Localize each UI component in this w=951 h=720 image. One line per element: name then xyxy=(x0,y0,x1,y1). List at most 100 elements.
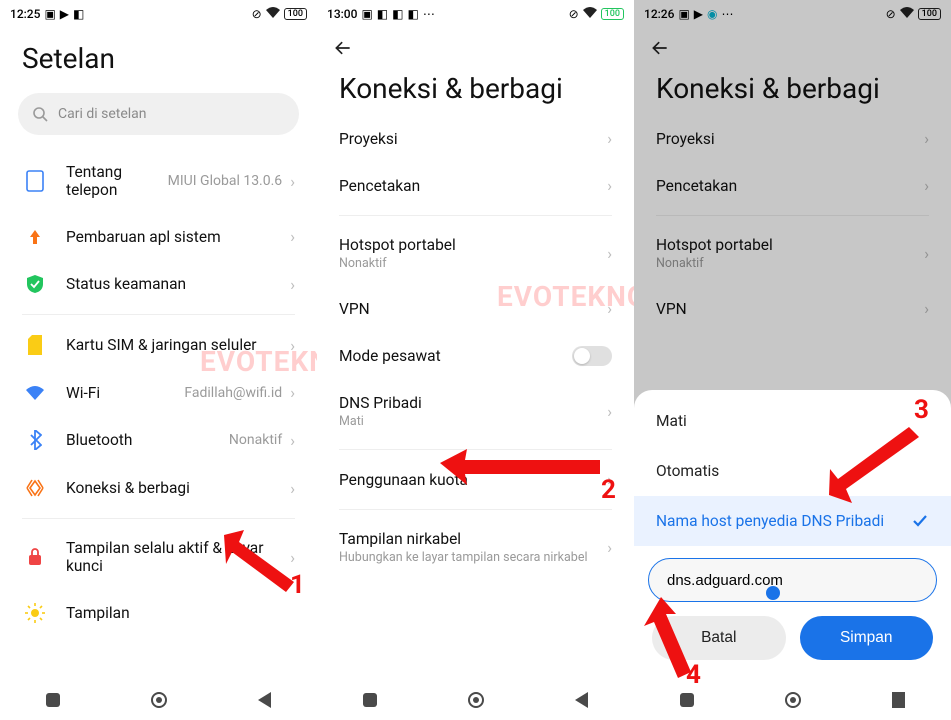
row-cast[interactable]: Proyeksi › xyxy=(634,115,951,162)
dns-option-off[interactable]: Mati xyxy=(634,396,951,446)
wifi-icon xyxy=(583,7,597,21)
divider xyxy=(339,509,612,510)
row-print[interactable]: Pencetakan › xyxy=(634,162,951,209)
nav-recents-icon[interactable] xyxy=(363,693,377,707)
chevron-right-icon: › xyxy=(924,129,929,148)
screen-settings: 12:25 ▣ ▶ ◧ ⊘ 100 Setelan Cari di setela… xyxy=(0,0,317,720)
row-system-update[interactable]: Pembaruan apl sistem › xyxy=(0,213,317,260)
check-icon xyxy=(911,512,929,530)
shield-icon xyxy=(22,274,48,294)
row-data-usage[interactable]: Penggunaan kuota › xyxy=(317,456,634,503)
status-bar: 13:00 ▣ ◧ ◧ ◧ ⋯ ⊘ 100 xyxy=(317,0,634,28)
icon: ◧ xyxy=(377,7,388,21)
row-connection-sharing[interactable]: Koneksi & berbagi › xyxy=(0,464,317,512)
battery-icon: 100 xyxy=(601,8,624,20)
chevron-right-icon: › xyxy=(924,176,929,195)
bluetooth-icon xyxy=(22,430,48,450)
nav-back-icon[interactable] xyxy=(258,692,271,708)
more-icon: ⋯ xyxy=(423,7,435,21)
row-wifi[interactable]: Wi-Fi Fadillah@wifi.id › xyxy=(0,369,317,416)
play-icon: ▶ xyxy=(694,7,703,21)
chevron-right-icon: › xyxy=(290,227,295,246)
save-button[interactable]: Simpan xyxy=(800,616,934,660)
nfc-icon: ▣ xyxy=(361,7,372,21)
screen-private-dns-dialog: 12:26 ▣ ▶ ◉ ⋯ ⊘ 100 Koneksi & berbagi Pr… xyxy=(634,0,951,720)
back-icon[interactable] xyxy=(333,38,353,58)
cancel-button[interactable]: Batal xyxy=(652,616,786,660)
chevron-right-icon: › xyxy=(290,172,295,191)
sun-icon xyxy=(22,603,48,623)
chevron-right-icon: › xyxy=(607,299,612,318)
chevron-right-icon: › xyxy=(290,383,295,402)
share-icon xyxy=(22,478,48,498)
chevron-right-icon: › xyxy=(924,299,929,318)
battery-icon: 100 xyxy=(284,8,307,20)
status-bar: 12:26 ▣ ▶ ◉ ⋯ ⊘ 100 xyxy=(634,0,951,28)
row-hotspot[interactable]: Hotspot portabel Nonaktif › xyxy=(317,222,634,285)
row-security-status[interactable]: Status keamanan › xyxy=(0,260,317,308)
more-icon: ⋯ xyxy=(722,7,734,21)
row-aod-lockscreen[interactable]: Tampilan selalu aktif & Layar kunci › xyxy=(0,525,317,589)
row-vpn[interactable]: VPN › xyxy=(317,285,634,332)
row-private-dns[interactable]: DNS Pribadi Mati › xyxy=(317,380,634,443)
row-cast[interactable]: Proyeksi › xyxy=(317,115,634,162)
back-icon[interactable] xyxy=(650,38,670,58)
dns-option-hostname[interactable]: Nama host penyedia DNS Pribadi xyxy=(634,496,951,546)
icon: ◧ xyxy=(392,7,403,21)
nav-recents-icon[interactable] xyxy=(680,693,694,707)
chevron-right-icon: › xyxy=(607,470,612,489)
nav-home-icon[interactable] xyxy=(468,692,484,708)
row-bluetooth[interactable]: Bluetooth Nonaktif › xyxy=(0,416,317,464)
play-icon: ▶ xyxy=(60,7,69,21)
row-sim[interactable]: Kartu SIM & jaringan seluler › xyxy=(0,321,317,369)
nav-home-icon[interactable] xyxy=(785,692,801,708)
nav-bar xyxy=(317,680,634,720)
divider xyxy=(339,215,612,216)
dns-option-auto[interactable]: Otomatis xyxy=(634,446,951,496)
row-hotspot[interactable]: Hotspot portabel Nonaktif › xyxy=(634,222,951,285)
chevron-right-icon: › xyxy=(607,244,612,263)
row-airplane[interactable]: Mode pesawat xyxy=(317,332,634,380)
battery-icon: 100 xyxy=(918,8,941,20)
divider xyxy=(339,449,612,450)
nav-bar xyxy=(0,680,317,720)
nfc-icon: ▣ xyxy=(678,7,689,21)
status-bar: 12:25 ▣ ▶ ◧ ⊘ 100 xyxy=(0,0,317,28)
nav-bar xyxy=(634,680,951,720)
nfc-icon: ▣ xyxy=(44,7,55,21)
search-placeholder: Cari di setelan xyxy=(58,106,147,122)
airplane-toggle[interactable] xyxy=(572,346,612,366)
page-title: Setelan xyxy=(0,28,317,85)
wifi-icon xyxy=(900,7,914,21)
text-cursor-handle[interactable] xyxy=(766,586,780,600)
row-wireless-display[interactable]: Tampilan nirkabel Hubungkan ke layar tam… xyxy=(317,516,634,579)
lock-icon xyxy=(22,548,48,566)
nav-home-icon[interactable] xyxy=(151,692,167,708)
app-icon: ◧ xyxy=(73,7,84,21)
chevron-right-icon: › xyxy=(290,431,295,450)
sim-icon xyxy=(22,335,48,355)
no-sim-icon: ⊘ xyxy=(252,7,262,21)
phone-icon xyxy=(22,170,48,192)
nav-back-icon[interactable] xyxy=(892,692,905,708)
search-input[interactable]: Cari di setelan xyxy=(18,93,299,135)
row-vpn[interactable]: VPN › xyxy=(634,285,951,332)
app-icon: ◉ xyxy=(707,7,717,21)
row-about-phone[interactable]: Tentang telepon MIUI Global 13.0.6 › xyxy=(0,149,317,213)
chevron-right-icon: › xyxy=(607,129,612,148)
row-print[interactable]: Pencetakan › xyxy=(317,162,634,209)
chevron-right-icon: › xyxy=(607,538,612,557)
nav-back-icon[interactable] xyxy=(575,692,588,708)
nav-recents-icon[interactable] xyxy=(46,693,60,707)
dns-hostname-input[interactable] xyxy=(648,558,937,602)
no-sim-icon: ⊘ xyxy=(886,7,896,21)
chevron-right-icon: › xyxy=(290,548,295,567)
chevron-right-icon: › xyxy=(607,402,612,421)
no-sim-icon: ⊘ xyxy=(569,7,579,21)
row-display[interactable]: Tampilan xyxy=(0,589,317,629)
page-title: Koneksi & berbagi xyxy=(317,68,634,115)
wifi-icon xyxy=(266,7,280,21)
status-time: 13:00 xyxy=(327,7,357,21)
private-dns-sheet: Mati Otomatis Nama host penyedia DNS Pri… xyxy=(634,390,951,720)
chevron-right-icon: › xyxy=(607,176,612,195)
